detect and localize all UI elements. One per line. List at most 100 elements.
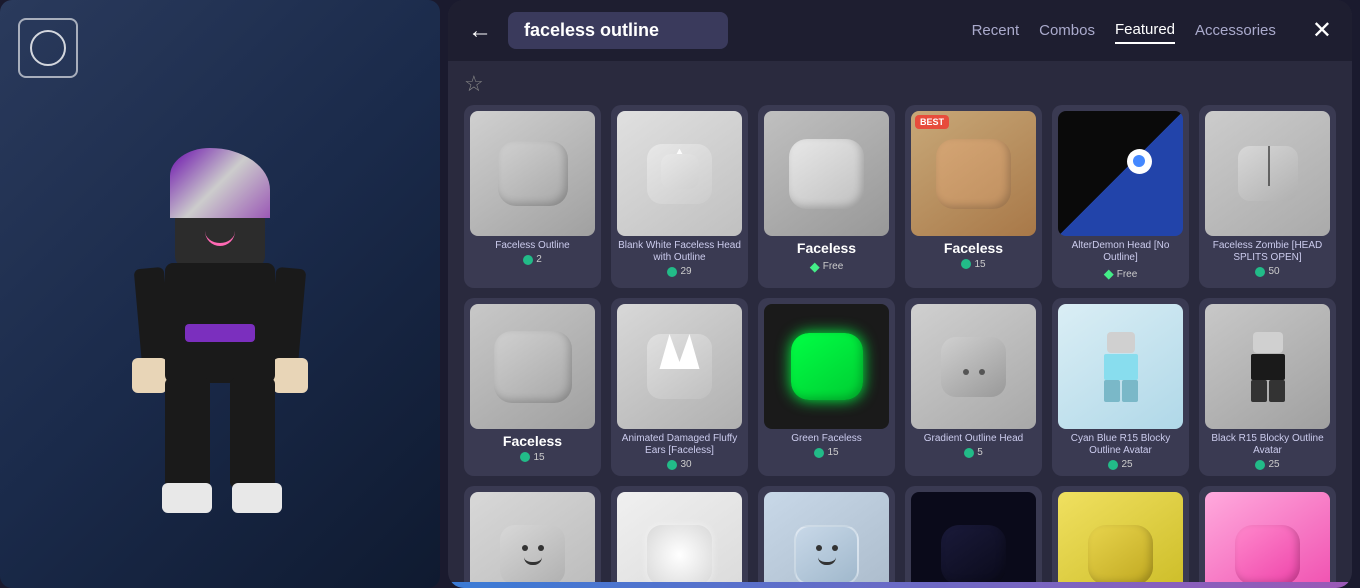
item-price-green-faceless: 15	[814, 447, 838, 458]
item-thumbnail-cyan-blocky	[1058, 304, 1183, 429]
item-card-row3-3[interactable]	[758, 486, 895, 582]
gradient-eyes	[963, 369, 985, 375]
item-name-animated-ears: Animated Damaged Fluffy Ears [Faceless]	[617, 433, 742, 457]
item-thumbnail-blank-white	[617, 111, 742, 236]
cyan-blocky-avatar	[1091, 332, 1151, 402]
cyan-leg-left	[1104, 380, 1120, 402]
robux-icon	[523, 255, 533, 265]
char-leg-right	[230, 378, 275, 488]
gradient-head-shape	[941, 337, 1006, 397]
cyan-body	[1104, 354, 1138, 379]
item-thumbnail-faceless-best: BEST	[911, 111, 1036, 236]
black-blocky-avatar	[1238, 332, 1298, 402]
back-button[interactable]: ←	[468, 17, 492, 45]
item-card-alterdemon[interactable]: AlterDemon Head [No Outline] ◆ Free	[1052, 105, 1189, 288]
item-card-row3-4[interactable]	[905, 486, 1042, 582]
item-card-zombie[interactable]: Faceless Zombie [HEAD SPLITS OPEN] 50	[1199, 105, 1336, 288]
tab-combos[interactable]: Combos	[1039, 18, 1095, 43]
tab-accessories[interactable]: Accessories	[1195, 18, 1276, 43]
item-name-black-blocky: Black R15 Blocky Outline Avatar	[1205, 433, 1330, 457]
item-card-faceless-outline[interactable]: Faceless Outline 2	[464, 105, 601, 288]
black-leg-left	[1251, 380, 1267, 402]
eye-dot-right	[979, 369, 985, 375]
smiley-eye-left	[522, 545, 528, 551]
item-name-alterdemon: AlterDemon Head [No Outline]	[1058, 240, 1183, 264]
item-price-faceless-015: 15	[520, 452, 544, 463]
item-card-row3-2[interactable]	[611, 486, 748, 582]
item-thumbnail-zombie	[1205, 111, 1330, 236]
smiley-mouth	[524, 557, 542, 565]
item-thumbnail-row3-6	[1205, 492, 1330, 582]
item-name-faceless-best: Faceless	[944, 240, 1003, 257]
item-card-animated-ears[interactable]: Animated Damaged Fluffy Ears [Faceless] …	[611, 298, 748, 476]
robux-icon	[1108, 460, 1118, 470]
item-thumbnail-faceless-outline	[470, 111, 595, 236]
robux-icon	[964, 448, 974, 458]
item-card-row3-5[interactable]	[1052, 486, 1189, 582]
char-torso	[165, 263, 275, 383]
item-card-faceless-015[interactable]: Faceless 15	[464, 298, 601, 476]
smiley-eye-right	[538, 545, 544, 551]
black-legs	[1251, 380, 1285, 402]
char-leg-left	[165, 378, 210, 488]
robux-icon	[667, 460, 677, 470]
yellow-shape	[1088, 525, 1153, 583]
item-card-cyan-blocky[interactable]: Cyan Blue R15 Blocky Outline Avatar 25	[1052, 298, 1189, 476]
robux-icon	[1255, 460, 1265, 470]
items-grid: Faceless Outline 2 Blank White Faceless …	[464, 105, 1336, 582]
item-price-faceless-outline: 2	[523, 254, 542, 265]
item-card-black-blocky[interactable]: Black R15 Blocky Outline Avatar 25	[1199, 298, 1336, 476]
shop-grid-area[interactable]: ☆ Faceless Outline 2	[448, 61, 1352, 582]
item-card-green-faceless[interactable]: Green Faceless 15	[758, 298, 895, 476]
item-card-blank-white[interactable]: Blank White Faceless Head with Outline 2…	[611, 105, 748, 288]
robux-icon	[1255, 267, 1265, 277]
item-name-green-faceless: Green Faceless	[791, 433, 862, 445]
shop-panel: ← faceless outline Recent Combos Feature…	[448, 0, 1352, 588]
item-card-row3-1[interactable]	[464, 486, 601, 582]
avatar-frame	[18, 18, 78, 78]
tab-featured[interactable]: Featured	[1115, 17, 1175, 44]
item-price-alterdemon: ◆ Free	[1104, 266, 1138, 282]
robux-icon	[667, 267, 677, 277]
item-card-faceless-best[interactable]: BEST Faceless 15	[905, 105, 1042, 288]
diamond-icon: ◆	[1104, 266, 1114, 282]
tab-recent[interactable]: Recent	[972, 18, 1020, 43]
smiley-eye-right	[832, 545, 838, 551]
smiley-gray-shape	[500, 525, 565, 583]
item-name-zombie: Faceless Zombie [HEAD SPLITS OPEN]	[1205, 240, 1330, 264]
robux-icon	[520, 452, 530, 462]
char-foot-left	[162, 483, 212, 513]
search-bar[interactable]: faceless outline	[508, 12, 728, 49]
item-thumbnail-row3-3	[764, 492, 889, 582]
item-card-faceless-free[interactable]: Faceless ◆ Free	[758, 105, 895, 288]
cyan-legs	[1104, 380, 1138, 402]
char-hand-left	[132, 358, 167, 393]
avatar-panel	[0, 0, 440, 588]
robux-icon	[814, 448, 824, 458]
item-thumbnail-animated-ears	[617, 304, 742, 429]
item-name-gradient-outline: Gradient Outline Head	[924, 433, 1024, 445]
cyan-leg-right	[1122, 380, 1138, 402]
diamond-icon: ◆	[810, 259, 820, 275]
char-body-container	[110, 148, 330, 528]
favorite-star-icon[interactable]: ☆	[464, 71, 1336, 97]
black-leg-right	[1269, 380, 1285, 402]
item-thumbnail-faceless-free	[764, 111, 889, 236]
item-price-animated-ears: 30	[667, 459, 691, 470]
item-thumbnail-green-faceless	[764, 304, 889, 429]
char-chest-logo	[185, 324, 255, 342]
best-badge: BEST	[915, 115, 949, 129]
item-price-cyan-blocky: 25	[1108, 459, 1132, 470]
black-body	[1251, 354, 1285, 379]
pink-shape	[1235, 525, 1300, 583]
close-button[interactable]: ✕	[1312, 16, 1332, 45]
char-hair	[170, 148, 270, 218]
item-thumbnail-gradient-outline	[911, 304, 1036, 429]
item-card-row3-6[interactable]	[1199, 486, 1336, 582]
item-card-gradient-outline[interactable]: Gradient Outline Head 5	[905, 298, 1042, 476]
item-thumbnail-row3-2	[617, 492, 742, 582]
navy-shape	[941, 525, 1006, 583]
item-thumbnail-faceless-015	[470, 304, 595, 429]
bottom-strip	[448, 582, 1352, 588]
faceless-015-shape	[494, 331, 572, 403]
